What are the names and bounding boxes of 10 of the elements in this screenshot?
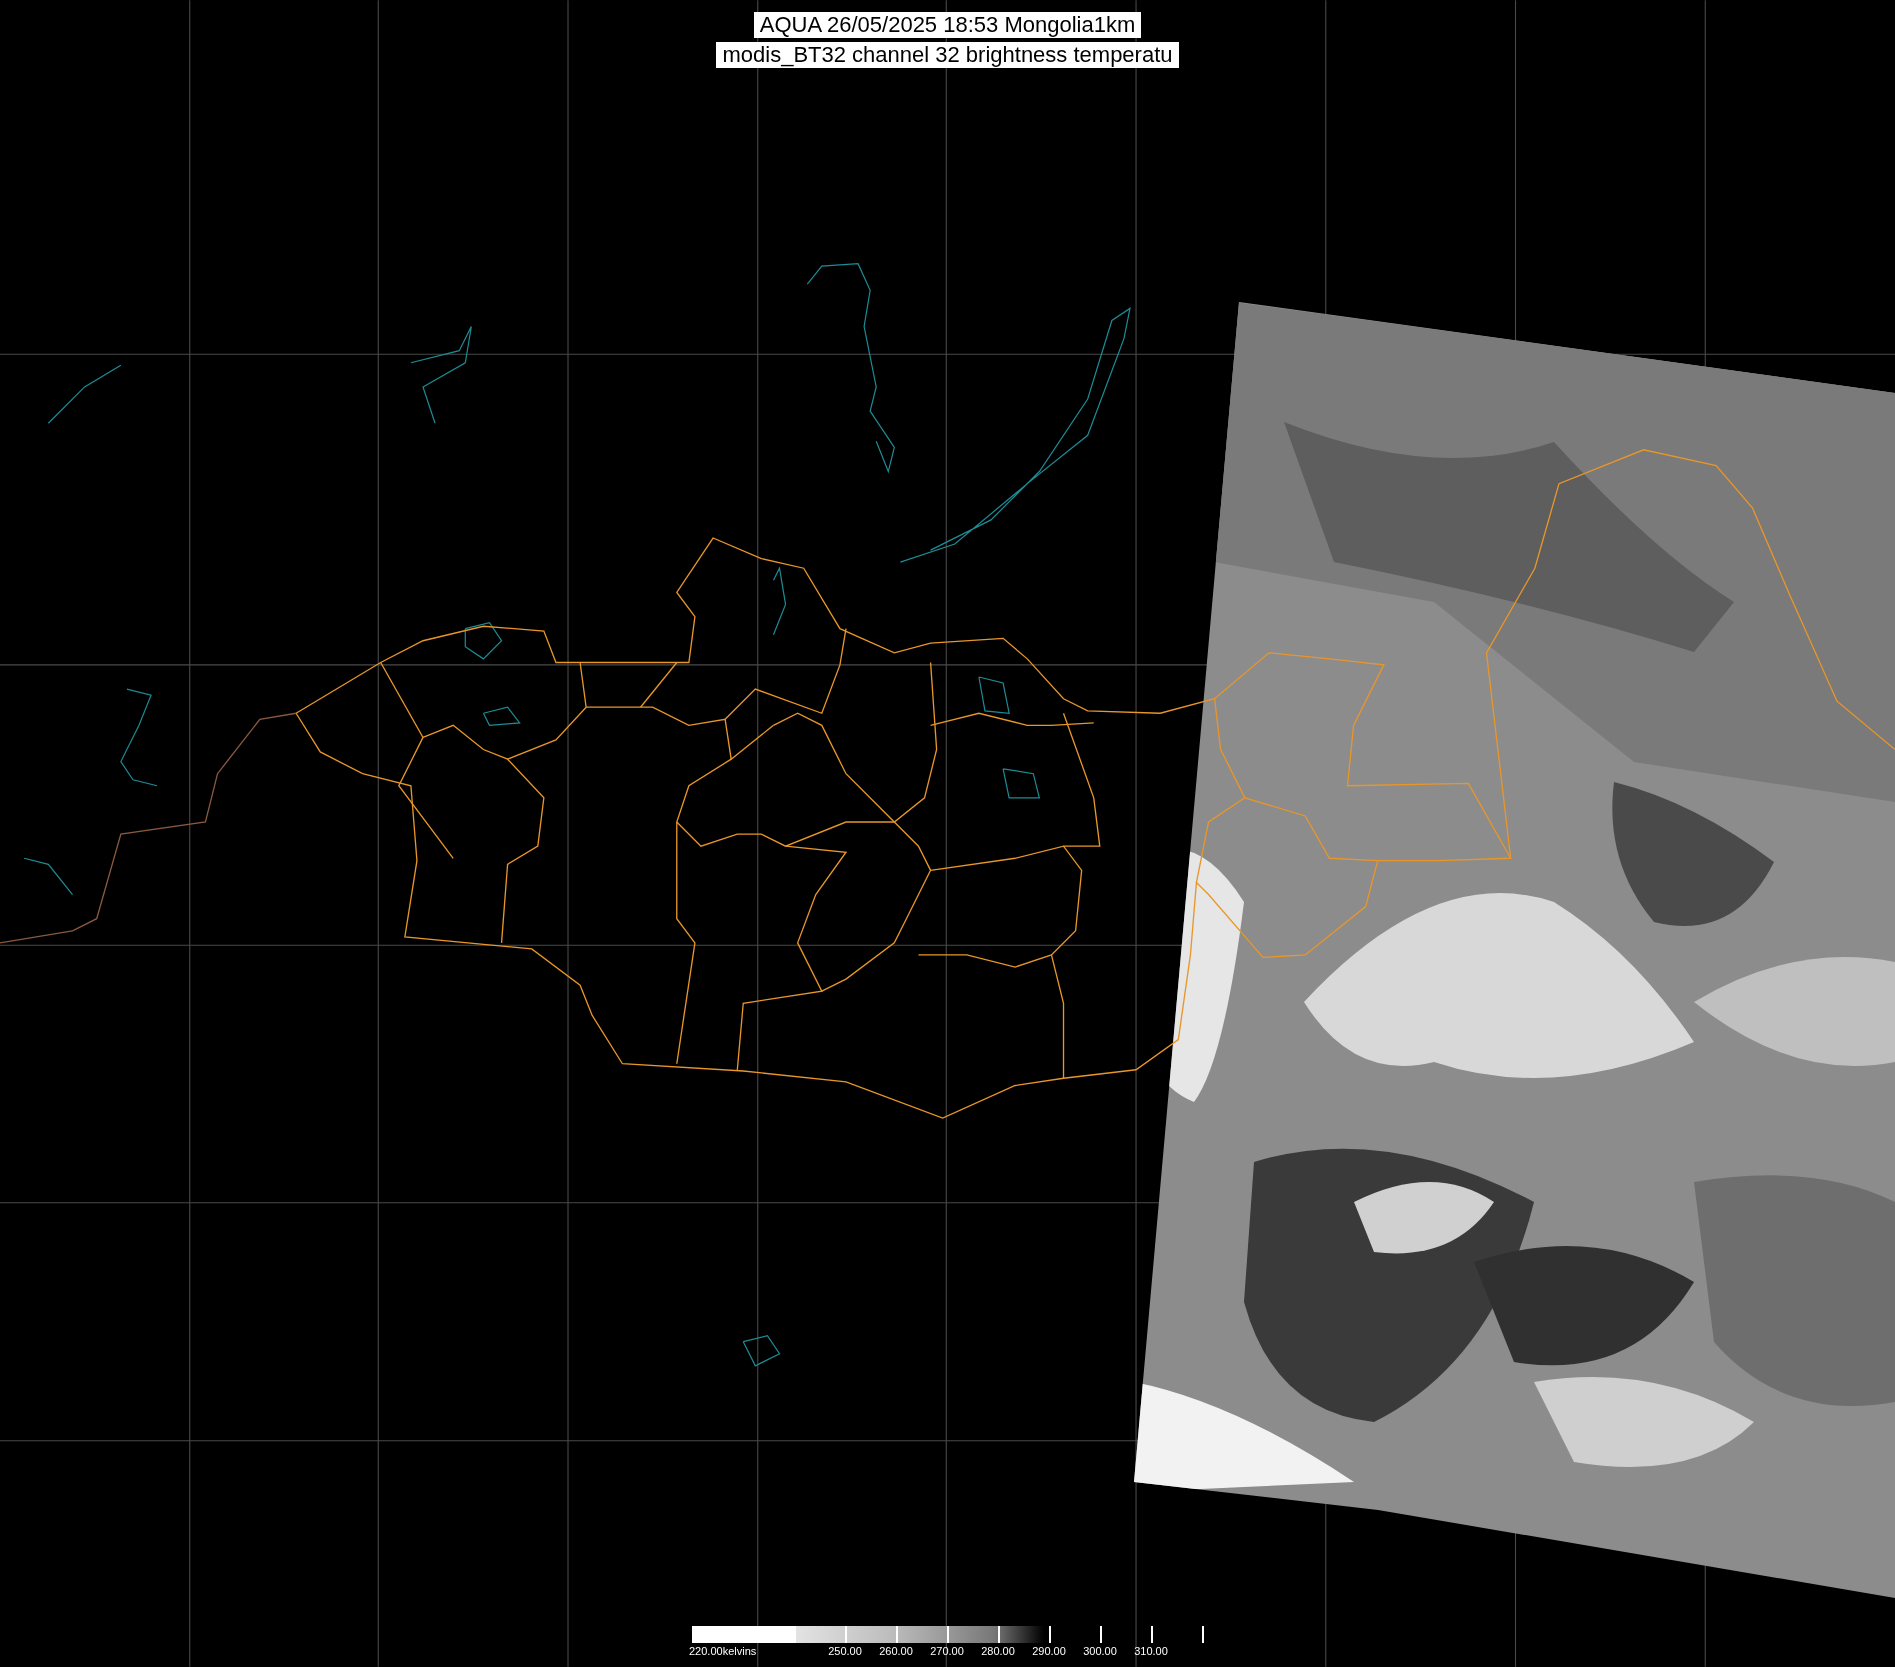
scale-label: 270.00 (930, 1645, 964, 1658)
map-title: AQUA 26/05/2025 18:53 Mongolia1km (753, 12, 1142, 38)
scale-label: 310.00 (1134, 1645, 1168, 1658)
scale-label: 220.00kelvins (689, 1645, 757, 1658)
map-title: modis_BT32 channel 32 brightness temperatu (716, 42, 1179, 68)
scale-label: 290.00 (1032, 1645, 1066, 1658)
scale-label: 260.00 (879, 1645, 913, 1658)
scale-label: 280.00 (981, 1645, 1015, 1658)
scale-label: 250.00 (828, 1645, 862, 1658)
scale-label: 300.00 (1083, 1645, 1117, 1658)
